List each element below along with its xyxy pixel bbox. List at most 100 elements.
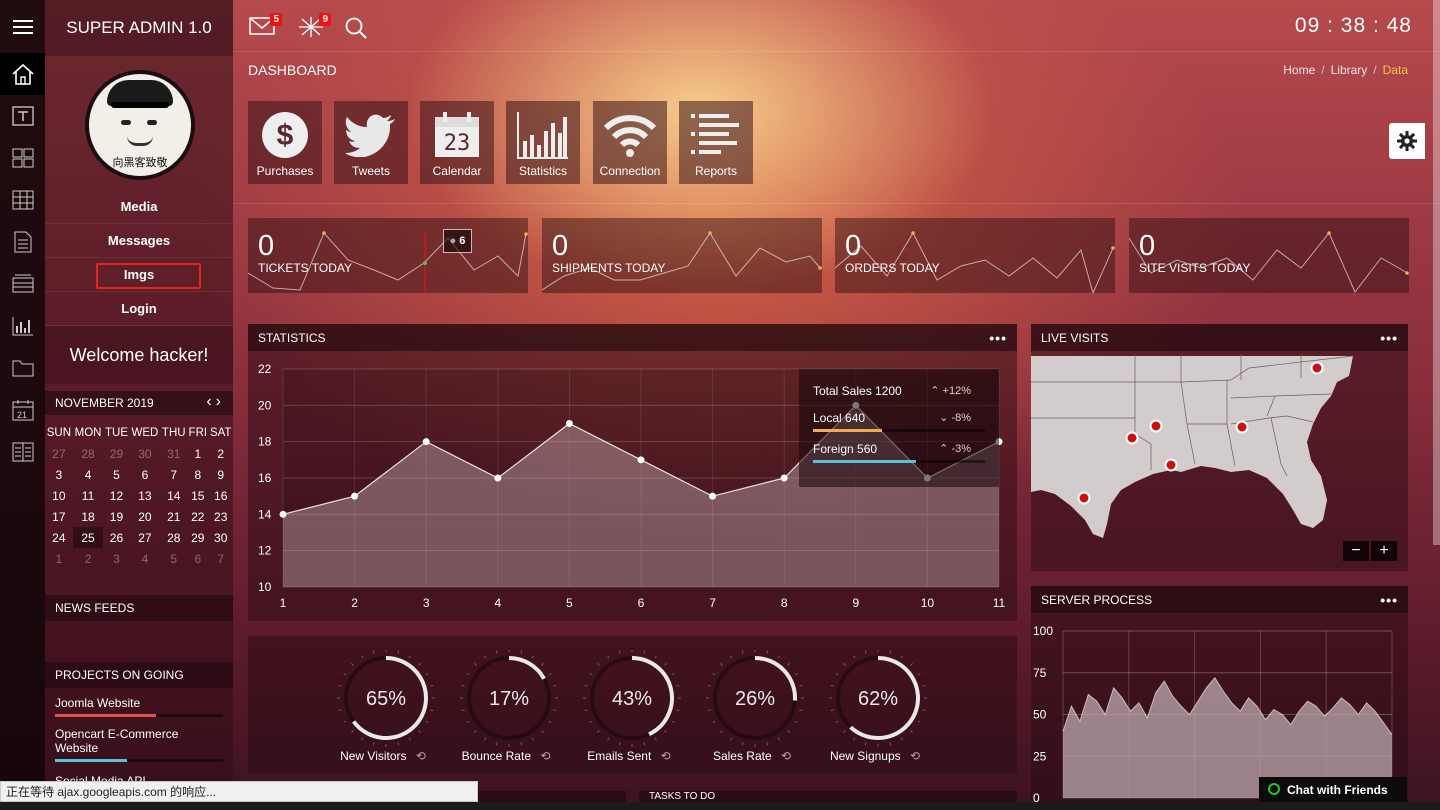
wifi-icon — [593, 109, 667, 161]
settings-gear-icon[interactable] — [1389, 123, 1425, 159]
typography-icon[interactable] — [0, 95, 45, 137]
calendar-day[interactable]: 4 — [73, 464, 104, 485]
breadcrumb-home[interactable]: Home — [1283, 63, 1315, 77]
list-icon — [679, 109, 753, 161]
calendar-day[interactable]: 3 — [103, 548, 129, 569]
list-layout-icon[interactable] — [0, 431, 45, 473]
calendar-day[interactable]: 27 — [45, 443, 73, 464]
shortcut-tweets[interactable]: Tweets — [334, 101, 408, 184]
calendar-day[interactable]: 28 — [160, 527, 187, 548]
menu-toggle-icon[interactable] — [0, 6, 45, 48]
calendar-day[interactable]: 16 — [208, 485, 233, 506]
avatar[interactable]: 向黑客致敬 — [85, 70, 195, 180]
calendar-day[interactable]: 24 — [45, 527, 73, 548]
breadcrumb-library[interactable]: Library — [1331, 63, 1368, 77]
calendar-day[interactable]: 29 — [103, 443, 129, 464]
trend-up-icon: ⌃ — [930, 385, 940, 397]
calendar-day[interactable]: 10 — [45, 485, 73, 506]
calendar-day[interactable]: 31 — [160, 443, 187, 464]
stat-label: ORDERS TODAY — [845, 261, 940, 275]
mail-icon[interactable]: 5 — [249, 13, 282, 41]
y-tick-label: 14 — [258, 507, 272, 521]
calendar-icon[interactable]: 21 — [0, 389, 45, 431]
project-item[interactable]: Joomla Website — [55, 696, 225, 717]
refresh-icon[interactable]: ⟲ — [657, 749, 671, 763]
sidebar-link-media[interactable]: Media — [45, 190, 233, 224]
calendar-day[interactable]: 27 — [130, 527, 161, 548]
document-icon[interactable] — [0, 221, 45, 263]
bar-chart-icon[interactable] — [0, 305, 45, 347]
shortcut-connection[interactable]: Connection — [593, 101, 667, 184]
calendar-day[interactable]: 6 — [187, 548, 208, 569]
calendar-day[interactable]: 6 — [130, 464, 161, 485]
folder-icon[interactable] — [0, 347, 45, 389]
sidebar-link-messages[interactable]: Messages — [45, 224, 233, 258]
calendar-day[interactable]: 7 — [160, 464, 187, 485]
calendar-day[interactable]: 14 — [160, 485, 187, 506]
zoom-in-button[interactable]: + — [1371, 541, 1397, 561]
calendar-day[interactable]: 15 — [187, 485, 208, 506]
project-item[interactable]: Opencart E-Commerce Website — [55, 727, 223, 762]
scrollbar[interactable] — [1433, 0, 1440, 545]
y-tick-label: 25 — [1033, 749, 1047, 763]
shortcut-purchases[interactable]: $ Purchases — [248, 101, 322, 184]
table-icon[interactable] — [0, 179, 45, 221]
calendar-day[interactable]: 28 — [73, 443, 104, 464]
home-icon[interactable] — [0, 53, 45, 95]
refresh-icon[interactable]: ⟲ — [907, 749, 920, 763]
calendar-day[interactable]: 17 — [45, 506, 73, 527]
calendar-day[interactable]: 9 — [208, 464, 233, 485]
gauge-tick — [484, 655, 487, 659]
search-icon[interactable] — [344, 16, 368, 45]
chevron-left-icon[interactable]: ‹ — [206, 393, 215, 410]
calendar-day[interactable]: 30 — [130, 443, 161, 464]
calendar-day[interactable]: 3 — [45, 464, 73, 485]
calendar-day[interactable]: 1 — [45, 548, 73, 569]
calendar-day[interactable]: 2 — [208, 443, 233, 464]
shortcut-calendar[interactable]: 23 Calendar — [420, 101, 494, 184]
calendar-day[interactable]: 29 — [187, 527, 208, 548]
chevron-right-icon[interactable]: › — [216, 393, 225, 410]
shortcut-statistics[interactable]: Statistics — [506, 101, 580, 184]
calendar-day[interactable]: 26 — [103, 527, 129, 548]
gauge-tick — [794, 720, 798, 723]
stat-card-tickets[interactable]: 0 TICKETS TODAY — [248, 218, 528, 293]
calendar-day[interactable]: 8 — [187, 464, 208, 485]
refresh-icon[interactable]: ⟲ — [537, 749, 550, 763]
calendar-day[interactable]: 7 — [208, 548, 233, 569]
gauge-tick — [864, 742, 867, 746]
zoom-out-button[interactable]: − — [1343, 541, 1369, 561]
gauge-tick — [864, 650, 867, 654]
calendar-day[interactable]: 22 — [187, 506, 208, 527]
y-tick-label: 12 — [258, 544, 272, 558]
stat-card-shipments[interactable]: 0 SHIPMENTS TODAY — [542, 218, 822, 293]
calendar-day[interactable]: 5 — [160, 548, 187, 569]
calendar-day[interactable]: 12 — [103, 485, 129, 506]
calendar-day[interactable]: 30 — [208, 527, 233, 548]
refresh-icon[interactable]: ⟲ — [778, 749, 791, 763]
us-map[interactable] — [1031, 324, 1408, 571]
shortcut-reports[interactable]: Reports — [679, 101, 753, 184]
calendar-day[interactable]: 19 — [103, 506, 129, 527]
grid-icon[interactable] — [0, 137, 45, 179]
calendar-day[interactable]: 20 — [130, 506, 161, 527]
stat-card-orders[interactable]: 0 ORDERS TODAY — [835, 218, 1115, 293]
chat-with-friends-button[interactable]: Chat with Friends — [1259, 777, 1407, 802]
stat-card-site-visits[interactable]: 0 SITE VISITS TODAY — [1129, 218, 1409, 293]
sidebar-link-login[interactable]: Login — [45, 292, 233, 326]
gauge-tick — [618, 742, 621, 746]
layers-icon[interactable] — [0, 263, 45, 305]
calendar-day[interactable]: 5 — [103, 464, 129, 485]
calendar-day[interactable]: 4 — [130, 548, 161, 569]
calendar-day[interactable]: 18 — [73, 506, 104, 527]
calendar-day[interactable]: 13 — [130, 485, 161, 506]
calendar-day[interactable]: 2 — [73, 548, 104, 569]
calendar-day[interactable]: 11 — [73, 485, 104, 506]
calendar-day[interactable]: 1 — [187, 443, 208, 464]
calendar-day[interactable]: 21 — [160, 506, 187, 527]
refresh-icon[interactable]: ⟲ — [413, 749, 426, 763]
calendar-day[interactable]: 25 — [72, 527, 104, 548]
calendar-day[interactable]: 23 — [208, 506, 233, 527]
alerts-icon[interactable]: 9 — [298, 13, 331, 43]
visit-marker — [1164, 458, 1178, 472]
